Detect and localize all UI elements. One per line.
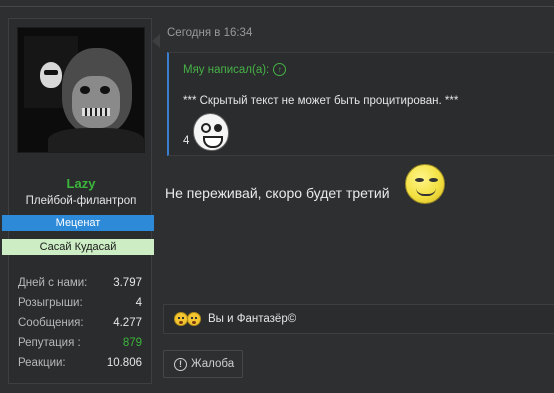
quote-text: *** Скрытый текст не может быть процитир… <box>183 95 459 107</box>
reaction-emoji-icon <box>174 312 188 326</box>
user-banner-custom: Сасай Кудасай <box>2 239 154 255</box>
stat-label: Розыгрыши: <box>18 297 83 309</box>
avatar-skull <box>40 62 62 88</box>
stat-label: Сообщения: <box>18 317 84 329</box>
quote-author: Мяу написал(а): <box>183 64 270 76</box>
reactions-text[interactable]: Вы и Фантазёр© <box>208 313 296 325</box>
reaction-emoji-icon <box>187 312 201 326</box>
stat-label: Дней с нами: <box>18 277 88 289</box>
report-button[interactable]: ! Жалоба <box>163 350 243 378</box>
avatar-body <box>48 128 144 152</box>
quote-author-link[interactable]: Мяу написал(а): ↑ <box>183 63 287 76</box>
report-label: Жалоба <box>191 358 235 370</box>
stat-row-giveaways: Розыгрыши: 4 <box>9 295 153 315</box>
stat-row-days: Дней с нами: 3.797 <box>9 275 153 295</box>
stat-value: 4 <box>135 297 142 309</box>
stat-row-reputation: Репутация : 879 <box>9 335 153 355</box>
stat-label: Реакции: <box>18 357 66 369</box>
post-body: Не переживай, скоро будет третий <box>165 185 390 201</box>
quote-block: Мяу написал(а): ↑ *** Скрытый текст не мо… <box>167 52 554 156</box>
user-title: Плейбой-филантроп <box>25 195 137 207</box>
arrow-up-circle-icon[interactable]: ↑ <box>273 63 287 76</box>
username-link[interactable]: Lazy <box>9 176 153 191</box>
stat-value: 4.277 <box>113 317 142 329</box>
stat-value: 3.797 <box>113 277 142 289</box>
user-banner-patron: Меценат <box>2 215 154 231</box>
alert-circle-icon: ! <box>174 358 187 371</box>
post-date[interactable]: Сегодня в 16:34 <box>167 27 252 39</box>
avatar-face <box>72 76 120 128</box>
stat-value: 879 <box>122 337 142 349</box>
troll-face-icon <box>405 164 445 204</box>
rage-face-icon <box>193 113 229 151</box>
top-divider <box>0 6 554 7</box>
user-card: Lazy Плейбой-филантроп Меценат Сасай Куд… <box>2 18 154 384</box>
quote-number: 4 <box>183 135 190 147</box>
stat-value: 10.806 <box>106 357 142 369</box>
user-stats: Дней с нами: 3.797 Розыгрыши: 4 Сообщени… <box>9 275 153 375</box>
reactions-bar[interactable]: Вы и Фантазёр© <box>163 304 554 334</box>
stat-row-messages: Сообщения: 4.277 <box>9 315 153 335</box>
stat-row-reactions: Реакции: 10.806 <box>9 355 153 375</box>
stat-label: Репутация : <box>18 337 81 349</box>
avatar[interactable] <box>17 27 145 153</box>
message-pointer <box>152 34 160 48</box>
